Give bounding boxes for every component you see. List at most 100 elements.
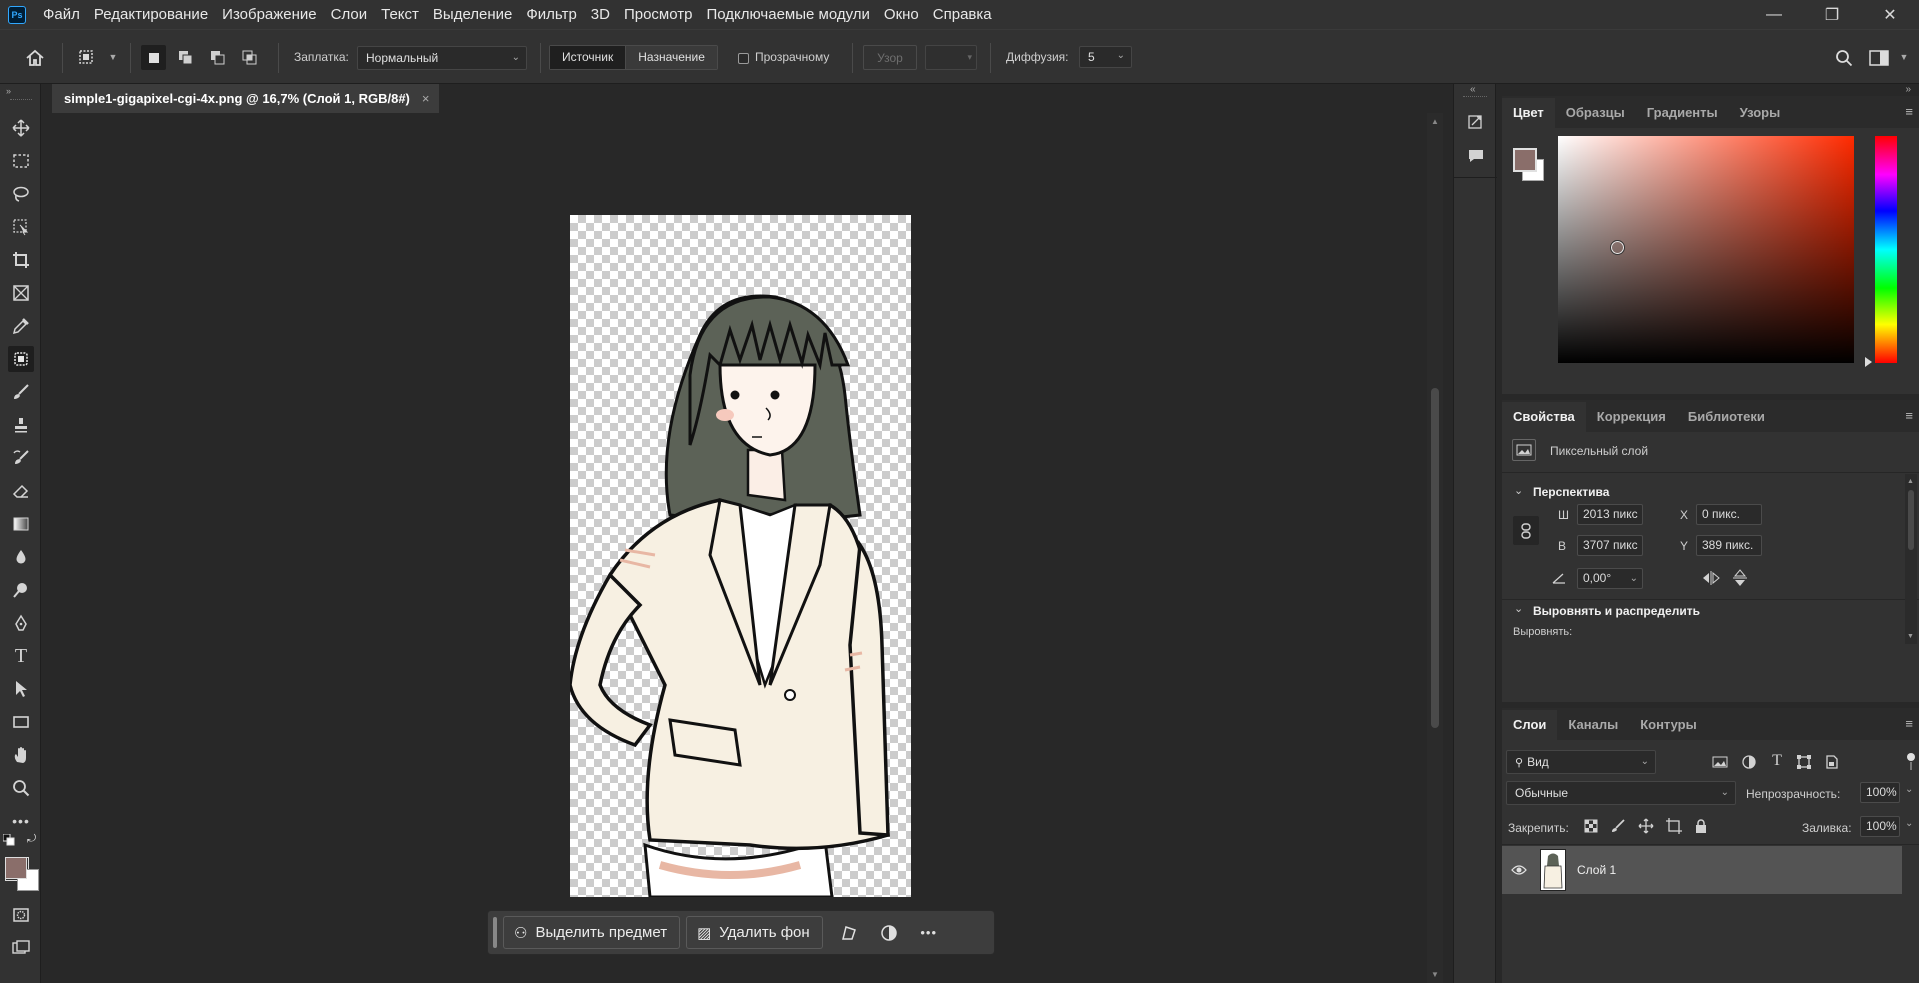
path-selection-tool-icon[interactable]	[8, 676, 34, 702]
zoom-tool-icon[interactable]	[8, 775, 34, 801]
properties-menu-icon[interactable]: ≡	[1905, 408, 1913, 423]
perspective-chevron-icon[interactable]: ⌄	[1514, 484, 1523, 497]
tab-properties[interactable]: Свойства	[1502, 402, 1586, 432]
object-selection-tool-icon[interactable]	[8, 214, 34, 240]
home-icon[interactable]	[20, 43, 50, 73]
tab-libraries[interactable]: Библиотеки	[1677, 402, 1776, 432]
menu-layers[interactable]: Слои	[324, 0, 374, 29]
menu-plugins[interactable]: Подключаемые модули	[699, 0, 876, 29]
y-field[interactable]: 389 пикс.	[1696, 535, 1762, 556]
color-panel-menu-icon[interactable]: ≡	[1905, 104, 1913, 119]
eraser-tool-icon[interactable]	[8, 478, 34, 504]
menu-edit[interactable]: Редактирование	[87, 0, 215, 29]
expand-panels-icon[interactable]: »	[1905, 84, 1911, 95]
properties-scrollbar[interactable]: ▲ ▼	[1905, 474, 1917, 644]
panel-foreground-swatch[interactable]	[1513, 148, 1537, 172]
filter-type-icon[interactable]: T	[1767, 751, 1787, 771]
gradient-tool-icon[interactable]	[8, 511, 34, 537]
workspace-icon[interactable]	[1866, 45, 1892, 71]
lock-all-icon[interactable]	[1692, 817, 1710, 835]
destination-button[interactable]: Назначение	[625, 46, 717, 69]
lock-transparent-pixels-icon[interactable]	[1582, 817, 1600, 835]
hand-tool-icon[interactable]	[8, 742, 34, 768]
filter-pixel-icon[interactable]	[1710, 752, 1730, 772]
tab-adjustments[interactable]: Коррекция	[1586, 402, 1677, 432]
filter-toggle[interactable]	[1905, 752, 1917, 772]
tab-paths[interactable]: Контуры	[1629, 710, 1708, 740]
type-tool-icon[interactable]: T	[8, 643, 34, 669]
screen-mode-icon[interactable]	[8, 935, 34, 961]
layer-filter-select[interactable]: ⚲ Вид ⌄	[1506, 750, 1656, 774]
opacity-chevron-down-icon[interactable]: ⌄	[1905, 784, 1913, 795]
expand-toolbar-icon[interactable]: »	[6, 86, 11, 96]
height-field[interactable]: 3707 пикс	[1577, 535, 1643, 556]
crop-tool-icon[interactable]	[8, 247, 34, 273]
task-bar-grip[interactable]	[493, 917, 497, 948]
select-subject-button[interactable]: ⚇ Выделить предмет	[503, 916, 681, 949]
close-window-button[interactable]: ✕	[1861, 0, 1919, 29]
lock-image-pixels-icon[interactable]	[1609, 817, 1627, 835]
toolbar-grip[interactable]	[10, 99, 32, 101]
adjustment-icon[interactable]	[869, 916, 909, 949]
tab-patterns[interactable]: Узоры	[1729, 98, 1792, 128]
history-panel-icon[interactable]	[1464, 110, 1488, 134]
menu-help[interactable]: Справка	[926, 0, 999, 29]
rectangle-tool-icon[interactable]	[8, 709, 34, 735]
menu-filter[interactable]: Фильтр	[519, 0, 583, 29]
menu-3d[interactable]: 3D	[584, 0, 617, 29]
add-to-selection-icon[interactable]	[173, 45, 198, 70]
workspace-chevron-down-icon[interactable]: ▼	[1896, 48, 1912, 66]
pen-tool-icon[interactable]	[8, 610, 34, 636]
dock-grip[interactable]	[1463, 96, 1487, 98]
filter-shape-icon[interactable]	[1794, 752, 1814, 772]
transparent-checkbox[interactable]	[735, 50, 751, 66]
tab-channels[interactable]: Каналы	[1557, 710, 1629, 740]
color-field[interactable]	[1558, 136, 1854, 363]
intersect-selection-icon[interactable]	[237, 45, 262, 70]
pattern-picker[interactable]: ▾	[925, 45, 977, 70]
transform-icon[interactable]	[829, 916, 869, 949]
filter-adjustment-icon[interactable]	[1739, 752, 1759, 772]
patch-mode-select[interactable]: Нормальный ⌄	[357, 46, 527, 70]
tab-layers[interactable]: Слои	[1502, 710, 1558, 740]
clone-stamp-tool-icon[interactable]	[8, 412, 34, 438]
menu-view[interactable]: Просмотр	[617, 0, 700, 29]
blur-tool-icon[interactable]	[8, 544, 34, 570]
brush-tool-icon[interactable]	[8, 379, 34, 405]
layer-visibility-eye-icon[interactable]	[1509, 860, 1529, 880]
preset-chevron-down-icon[interactable]: ▼	[106, 48, 120, 66]
scrollbar-thumb[interactable]	[1431, 388, 1439, 728]
layers-menu-icon[interactable]: ≡	[1905, 716, 1913, 731]
perspective-section-title[interactable]: Перспектива	[1533, 485, 1609, 499]
collapse-dock-icon[interactable]: «	[1470, 84, 1476, 96]
lock-position-icon[interactable]	[1637, 817, 1655, 835]
document-tab[interactable]: simple1-gigapixel-cgi-4x.png @ 16,7% (Сл…	[52, 84, 440, 113]
marquee-tool-icon[interactable]	[8, 148, 34, 174]
eyedropper-tool-icon[interactable]	[8, 313, 34, 339]
restore-button[interactable]: ❐	[1803, 0, 1861, 29]
x-field[interactable]: 0 пикс.	[1696, 504, 1762, 525]
tab-gradients[interactable]: Градиенты	[1636, 98, 1729, 128]
use-pattern-button[interactable]: Узор	[863, 45, 917, 70]
more-options-icon[interactable]: •••	[909, 916, 949, 949]
lock-artboard-icon[interactable]	[1665, 817, 1683, 835]
flip-horizontal-icon[interactable]	[1700, 568, 1722, 588]
close-tab-icon[interactable]: ×	[422, 91, 430, 106]
flip-vertical-icon[interactable]	[1729, 568, 1751, 588]
menu-image[interactable]: Изображение	[215, 0, 324, 29]
lasso-tool-icon[interactable]	[8, 181, 34, 207]
hue-slider-handle[interactable]	[1865, 357, 1872, 367]
hue-slider[interactable]	[1875, 136, 1897, 363]
menu-type[interactable]: Текст	[374, 0, 426, 29]
dodge-tool-icon[interactable]	[8, 577, 34, 603]
move-tool-icon[interactable]	[8, 115, 34, 141]
opacity-field[interactable]: 100%	[1860, 782, 1900, 803]
scroll-up-arrow-icon[interactable]: ▲	[1431, 117, 1439, 126]
patch-tool-preset-icon[interactable]	[74, 45, 98, 69]
width-field[interactable]: 2013 пикс	[1577, 504, 1643, 525]
remove-background-button[interactable]: ▨ Удалить фон	[686, 916, 823, 949]
minimize-button[interactable]: —	[1745, 0, 1803, 29]
tab-color[interactable]: Цвет	[1502, 98, 1555, 128]
fill-field[interactable]: 100%	[1860, 816, 1900, 837]
link-dimensions-icon[interactable]	[1513, 516, 1539, 545]
